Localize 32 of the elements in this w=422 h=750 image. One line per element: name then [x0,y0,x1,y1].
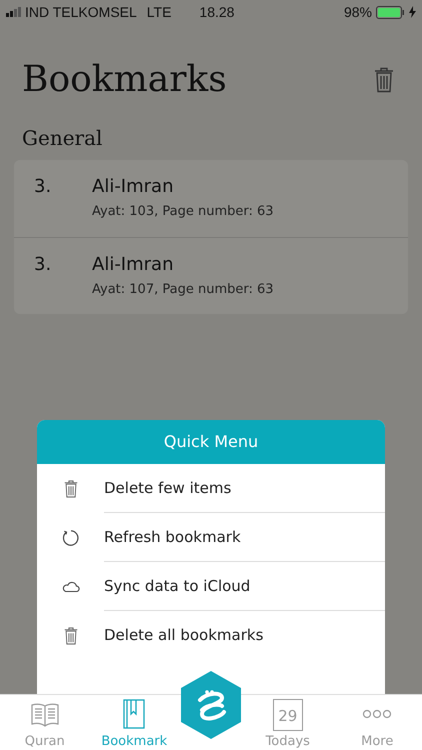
charging-icon [409,6,416,18]
page-title: Bookmarks [22,62,227,98]
bookmark-detail: Ayat: 107, Page number: 63 [92,280,274,298]
clock-time: 18.28 [199,2,234,22]
surah-name: Ali-Imran [92,254,174,276]
quick-menu-title: Quick Menu [164,431,258,453]
battery-percent: 98% [344,2,372,22]
bookmark-detail: Ayat: 103, Page number: 63 [92,202,274,220]
trash-button[interactable] [374,67,394,93]
network-type: LTE [146,2,172,22]
bookmark-number: 3. [34,176,52,199]
menu-item[interactable]: Delete all bookmarks [37,611,385,660]
surah-name: Ali-Imran [92,176,174,198]
section-title: General [21,128,104,148]
more-icon [362,708,392,718]
battery-icon [376,6,406,18]
bookmark-number: 3. [34,254,52,277]
trash-icon [64,626,78,644]
menu-item[interactable]: Sync data to iCloud [37,562,385,611]
calendar-icon: 29 [272,698,303,730]
cloud-icon [62,580,80,592]
refresh-icon [62,528,80,546]
bookmark-book-icon [122,698,146,728]
bookmark-row[interactable]: 3. Ali-Imran Ayat: 103, Page number: 63 [14,160,408,237]
trash-icon [374,67,394,93]
bookmark-row[interactable]: 3. Ali-Imran Ayat: 107, Page number: 63 [14,237,408,314]
trash-icon [64,480,78,498]
signal-icon [6,7,22,17]
carrier-name: IND TELKOMSEL [25,2,137,22]
menu-item[interactable]: Refresh bookmark [37,513,385,562]
menu-item[interactable]: Delete few items [37,464,385,513]
home-logo-button[interactable] [180,670,242,740]
